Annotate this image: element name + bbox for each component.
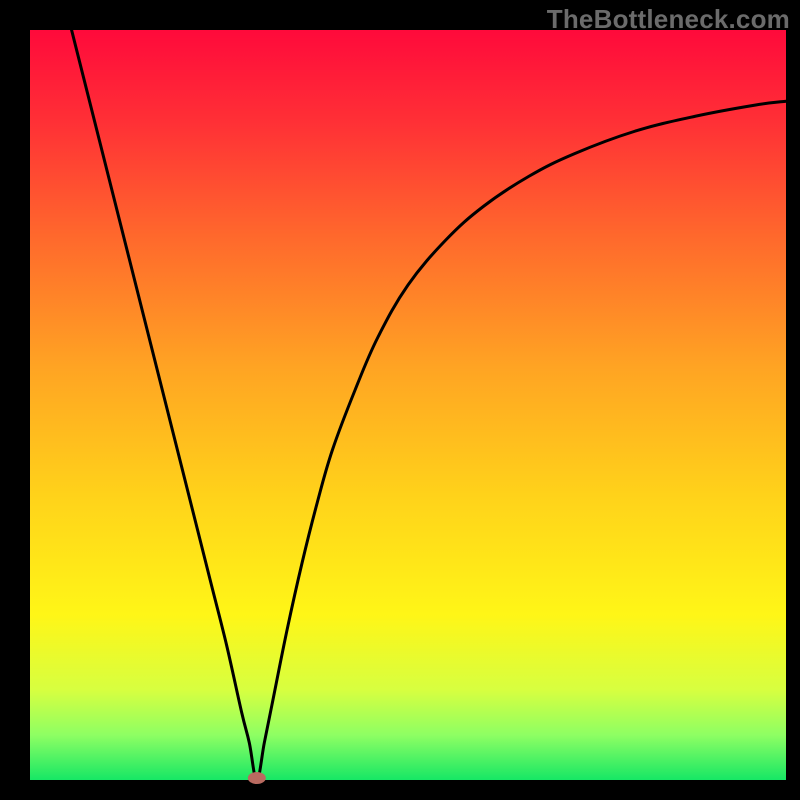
plot-area	[30, 30, 786, 780]
chart-container: TheBottleneck.com	[0, 0, 800, 800]
chart-svg	[0, 0, 800, 800]
minimum-marker	[248, 772, 266, 784]
watermark-label: TheBottleneck.com	[547, 4, 790, 35]
